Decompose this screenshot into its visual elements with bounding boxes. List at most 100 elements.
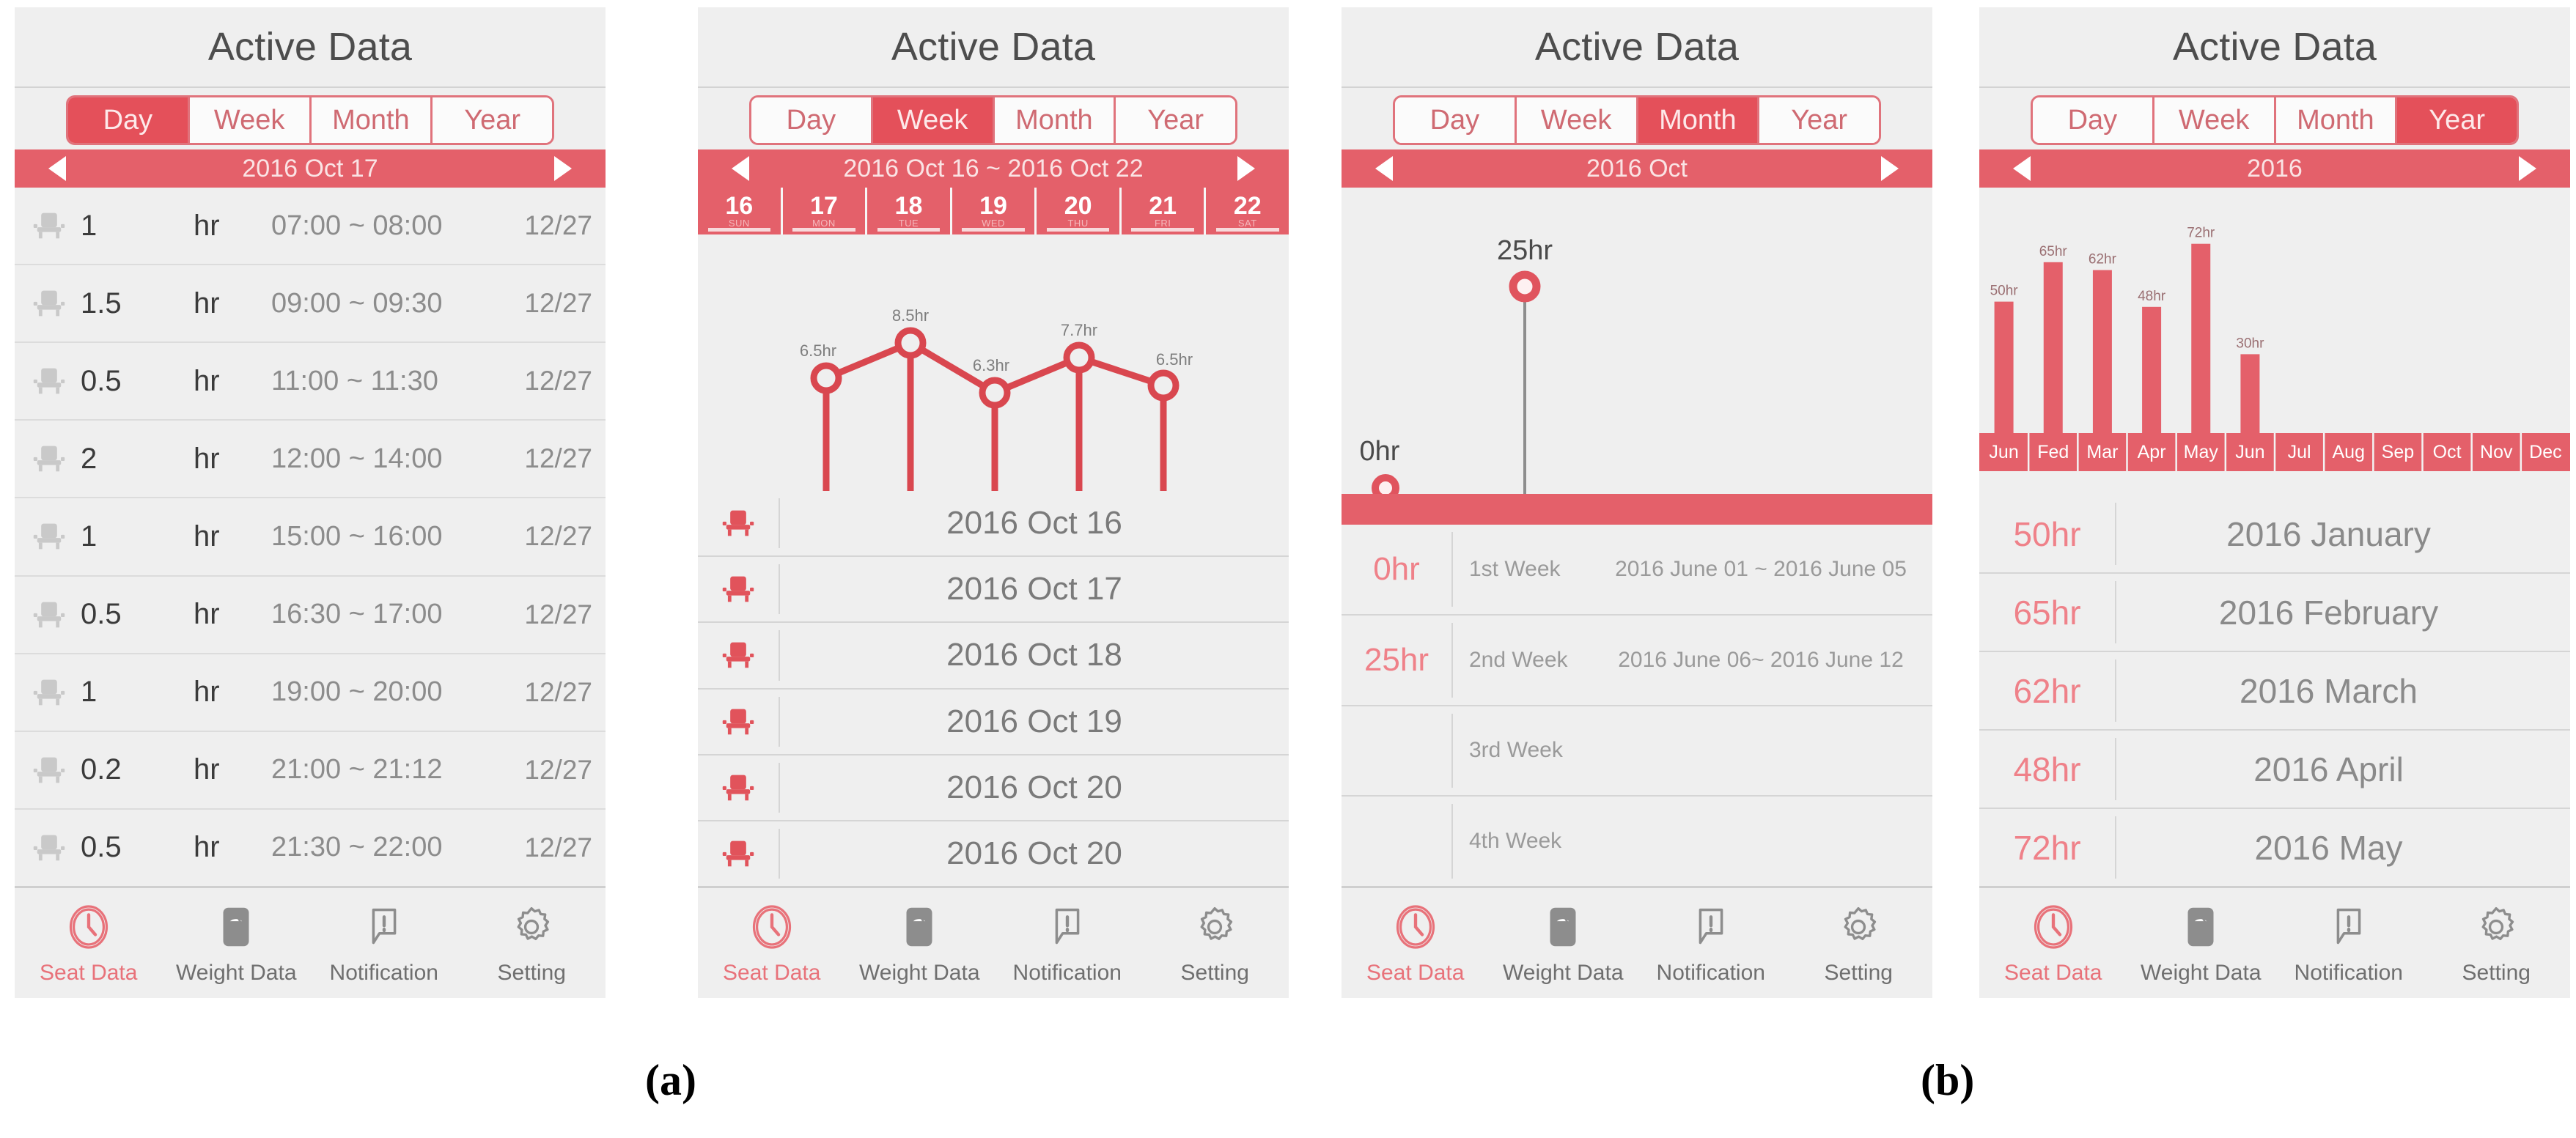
month-hours: 50hr [1979,514,2115,554]
table-row[interactable]: 1 hr 15:00 ~ 16:00 12/27 [15,498,606,576]
tab-week[interactable]: Week [1517,97,1638,143]
list-item[interactable]: 2016 Oct 16 [698,491,1289,557]
list-item[interactable]: 2016 Oct 20 [698,755,1289,821]
tab-week[interactable]: Week [873,97,995,143]
tab-week[interactable]: Week [190,97,312,143]
week-day-cell[interactable]: 16 SUN [698,188,783,234]
duration-unit: hr [194,598,257,631]
titlebar-year: Active Data [1979,7,2570,88]
clock-icon [1390,901,1441,956]
week-day-cell[interactable]: 20 THU [1037,188,1122,234]
nav-item-weight-data[interactable]: Weight Data [1490,888,1638,998]
list-item[interactable]: 2016 Oct 19 [698,690,1289,755]
week-day-cell[interactable]: 19 WED [952,188,1037,234]
duration-value: 0.5 [70,598,194,631]
seat-icon [698,504,779,542]
nav-item-notification[interactable]: Notification [310,888,458,998]
nav-item-setting[interactable]: Setting [2423,888,2571,998]
duration-unit: hr [194,520,257,553]
tab-day[interactable]: Day [751,97,873,143]
list-item[interactable]: 72hr 2016 May [1979,809,2570,886]
svg-text:7.7hr: 7.7hr [1061,321,1097,339]
nav-label: Notification [330,961,438,986]
list-item[interactable]: 65hr 2016 February [1979,574,2570,652]
tab-month[interactable]: Month [995,97,1116,143]
duration-unit: hr [194,210,257,243]
tab-week[interactable]: Week [2154,97,2276,143]
prev-arrow-icon[interactable] [2013,156,2031,181]
table-row[interactable]: 2 hr 12:00 ~ 14:00 12/27 [15,421,606,498]
prev-arrow-icon[interactable] [48,156,66,181]
tab-month[interactable]: Month [1638,97,1760,143]
nav-item-seat-data[interactable]: Seat Data [1342,888,1490,998]
tab-day[interactable]: Day [1395,97,1517,143]
table-row[interactable]: 1 hr 07:00 ~ 08:00 12/27 [15,188,606,265]
list-item[interactable]: 4th Week [1342,797,1932,886]
next-arrow-icon[interactable] [554,156,572,181]
tab-year[interactable]: Year [1759,97,1879,143]
tab-day[interactable]: Day [68,97,190,143]
nav-item-seat-data[interactable]: Seat Data [698,888,846,998]
nav-item-setting[interactable]: Setting [1141,888,1289,998]
table-row[interactable]: 0.5 hr 21:30 ~ 22:00 12/27 [15,810,606,886]
svg-text:30hr: 30hr [2236,336,2264,351]
list-item[interactable]: 25hr 2nd Week 2016 June 06~ 2016 June 12 [1342,616,1932,706]
prev-arrow-icon[interactable] [1375,156,1393,181]
nav-item-weight-data[interactable]: Weight Data [846,888,994,998]
svg-text:Aug: Aug [2333,442,2365,462]
tab-month[interactable]: Month [2276,97,2398,143]
prev-arrow-icon[interactable] [732,156,749,181]
table-row[interactable]: 0.2 hr 21:00 ~ 21:12 12/27 [15,732,606,810]
list-item[interactable]: 2016 Oct 20 [698,821,1289,886]
svg-text:8.5hr: 8.5hr [892,306,929,325]
week-day-number: 16 [725,194,753,218]
nav-item-weight-data[interactable]: Weight Data [163,888,311,998]
nav-item-setting[interactable]: Setting [1785,888,1933,998]
seat-icon [28,207,70,245]
speech-bubble-icon [358,901,410,956]
table-row[interactable]: 0.5 hr 11:00 ~ 11:30 12/27 [15,343,606,421]
list-item[interactable]: 62hr 2016 March [1979,652,2570,731]
list-item[interactable]: 48hr 2016 April [1979,731,2570,809]
nav-item-weight-data[interactable]: Weight Data [2127,888,2275,998]
next-arrow-icon[interactable] [1237,156,1255,181]
week-day-cell[interactable]: 21 FRI [1122,188,1207,234]
week-day-cell[interactable]: 18 TUE [867,188,952,234]
week-day-cell[interactable]: 22 SAT [1206,188,1289,234]
tab-year[interactable]: Year [433,97,552,143]
nav-label: Seat Data [40,961,137,986]
week-day-underline [962,228,1025,232]
week-range: 2016 June 06~ 2016 June 12 [1607,648,1932,673]
tab-year[interactable]: Year [1116,97,1235,143]
tab-year[interactable]: Year [2397,97,2517,143]
tab-month[interactable]: Month [312,97,433,143]
gear-icon [1833,901,1884,956]
table-row[interactable]: 0.5 hr 16:30 ~ 17:00 12/27 [15,577,606,654]
row-date: 12/27 [497,755,592,786]
week-day-underline [1131,228,1194,232]
list-item[interactable]: 0hr 1st Week 2016 June 01 ~ 2016 June 05 [1342,525,1932,616]
next-arrow-icon[interactable] [1881,156,1899,181]
time-range: 15:00 ~ 16:00 [257,521,497,553]
week-day-cell[interactable]: 17 MON [783,188,868,234]
nav-item-notification[interactable]: Notification [993,888,1141,998]
seat-icon [698,769,779,807]
svg-text:Dec: Dec [2529,442,2561,462]
list-item[interactable]: 3rd Week [1342,706,1932,797]
nav-item-setting[interactable]: Setting [458,888,606,998]
date-navigation-year: 2016 [1979,149,2570,188]
clock-icon [2028,901,2079,956]
row-date: 12/27 [497,599,592,630]
nav-item-seat-data[interactable]: Seat Data [1979,888,2127,998]
nav-item-seat-data[interactable]: Seat Data [15,888,163,998]
titlebar-day: Active Data [15,7,606,88]
list-item[interactable]: 50hr 2016 January [1979,495,2570,574]
nav-item-notification[interactable]: Notification [2275,888,2423,998]
list-item[interactable]: 2016 Oct 17 [698,557,1289,623]
table-row[interactable]: 1.5 hr 09:00 ~ 09:30 12/27 [15,265,606,343]
nav-item-notification[interactable]: Notification [1637,888,1785,998]
table-row[interactable]: 1 hr 19:00 ~ 20:00 12/27 [15,654,606,732]
list-item[interactable]: 2016 Oct 18 [698,623,1289,689]
next-arrow-icon[interactable] [2519,156,2536,181]
tab-day[interactable]: Day [2033,97,2154,143]
